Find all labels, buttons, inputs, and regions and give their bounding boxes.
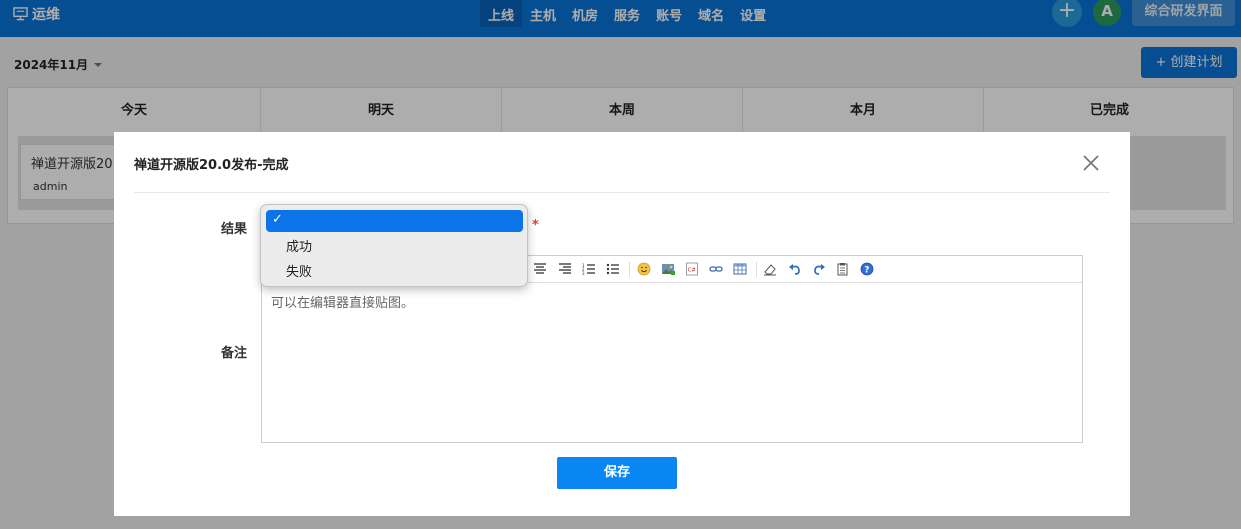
- table-icon[interactable]: [733, 262, 747, 276]
- result-label: 结果: [221, 222, 248, 237]
- link-icon[interactable]: [709, 262, 723, 276]
- select-option-empty[interactable]: ✓: [266, 210, 523, 232]
- svg-text:?: ?: [864, 266, 869, 276]
- align-right-icon[interactable]: [558, 262, 572, 276]
- redo-icon[interactable]: [812, 262, 826, 276]
- undo-icon[interactable]: [788, 262, 802, 276]
- dialog-title: 禅道开源版20.0发布-完成: [134, 158, 289, 173]
- svg-text:C#: C#: [688, 268, 697, 274]
- code-icon[interactable]: C#: [685, 262, 699, 276]
- note-label: 备注: [221, 346, 248, 361]
- toolbar-separator: [756, 262, 757, 277]
- required-mark: *: [532, 218, 539, 233]
- select-option-fail[interactable]: 失败: [286, 261, 312, 280]
- select-option-success[interactable]: 成功: [286, 236, 312, 255]
- help-icon[interactable]: ?: [860, 262, 874, 276]
- toolbar-separator: [629, 262, 630, 277]
- save-button[interactable]: 保存: [557, 457, 677, 489]
- svg-text:3: 3: [582, 271, 585, 276]
- result-select-dropdown[interactable]: ✓ 成功 失败: [260, 204, 528, 287]
- image-icon[interactable]: [661, 262, 675, 276]
- ordered-list-icon[interactable]: 123: [582, 262, 596, 276]
- dialog-divider: [134, 192, 1110, 193]
- emoji-icon[interactable]: [637, 262, 651, 276]
- align-center-icon[interactable]: [533, 262, 547, 276]
- close-icon[interactable]: [1080, 152, 1102, 174]
- checkmark-icon: ✓: [272, 212, 283, 227]
- eraser-icon[interactable]: [763, 262, 777, 276]
- unordered-list-icon[interactable]: [606, 262, 620, 276]
- editor-placeholder: 可以在编辑器直接贴图。: [271, 296, 415, 311]
- paste-icon[interactable]: [836, 262, 850, 276]
- finish-plan-dialog: 禅道开源版20.0发布-完成 结果 * 备注 123 C# ? 可以在编辑器直接…: [114, 132, 1130, 516]
